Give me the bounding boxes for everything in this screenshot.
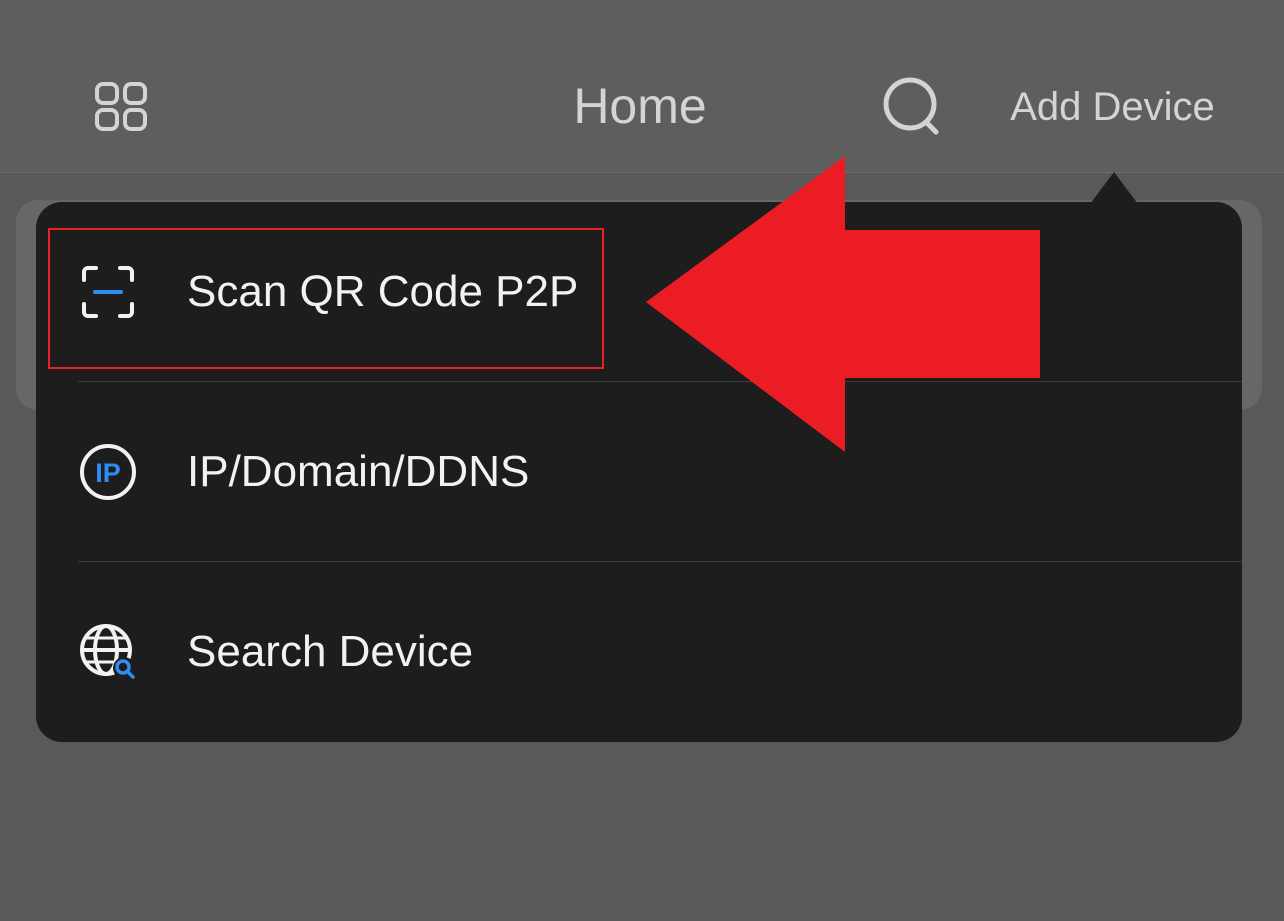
globe-search-icon — [80, 624, 135, 679]
menu-item-scan-qr[interactable]: Scan QR Code P2P — [36, 202, 1242, 382]
top-bar: Home Add Device — [0, 0, 1284, 173]
add-device-button[interactable]: Add Device — [990, 84, 1235, 130]
ip-icon: IP — [80, 444, 136, 500]
menu-item-label: Scan QR Code P2P — [187, 267, 579, 316]
menu-item-label: Search Device — [187, 627, 474, 676]
qr-scan-icon — [82, 266, 134, 318]
ip-icon-text: IP — [95, 458, 121, 488]
menu-item-ip-domain-ddns[interactable]: IP IP/Domain/DDNS — [36, 382, 1242, 562]
menu-item-label: IP/Domain/DDNS — [187, 447, 530, 496]
add-device-menu: Scan QR Code P2P IP IP/Domain/DDNS Searc… — [36, 202, 1242, 742]
menu-caret — [1090, 172, 1138, 204]
page-title: Home — [573, 78, 707, 134]
search-icon[interactable] — [880, 76, 942, 136]
grid-icon[interactable] — [94, 82, 148, 132]
menu-item-search-device[interactable]: Search Device — [36, 562, 1242, 742]
